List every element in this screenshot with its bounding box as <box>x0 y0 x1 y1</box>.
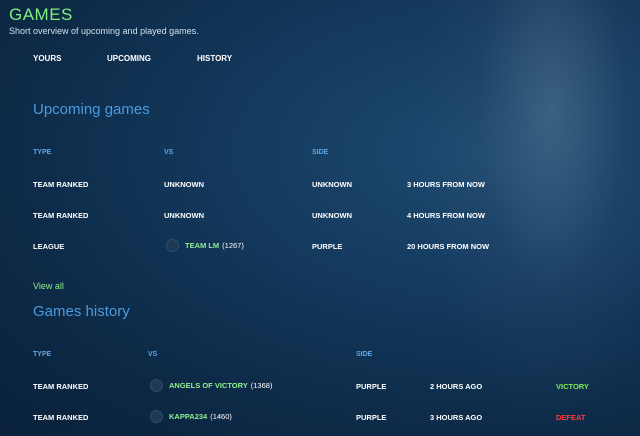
page-header: GAMES Short overview of upcoming and pla… <box>9 5 199 36</box>
team-name: TEAM LM <box>185 241 220 250</box>
tab-yours[interactable]: YOURS <box>33 54 61 63</box>
team-rating: (1460) <box>210 412 232 421</box>
team-rating: (1368) <box>250 381 273 390</box>
history-section-title: Games history <box>33 303 130 320</box>
tab-upcoming[interactable]: UPCOMING <box>107 54 151 63</box>
game-type: TEAM RANKED <box>33 382 89 391</box>
result-badge: DEFEAT <box>556 413 586 422</box>
opponent-team[interactable]: TEAM LM (1267) <box>166 239 244 252</box>
upcoming-col-vs: VS <box>164 149 174 156</box>
team-name: ANGELS OF VICTORY <box>169 381 248 390</box>
opponent: UNKNOWN <box>164 180 204 189</box>
side: PURPLE <box>312 242 343 251</box>
side: UNKNOWN <box>312 180 352 189</box>
scheduled-time: 3 HOURS FROM NOW <box>407 180 485 189</box>
upcoming-col-type: TYPE <box>33 149 52 156</box>
played-time: 3 HOURS AGO <box>430 413 483 422</box>
side: PURPLE <box>356 413 387 422</box>
played-time: 2 HOURS AGO <box>430 382 483 391</box>
result-badge: VICTORY <box>556 382 589 391</box>
team-avatar <box>150 410 163 423</box>
opponent: UNKNOWN <box>164 211 204 220</box>
games-nav: YOURS UPCOMING HISTORY <box>0 54 640 68</box>
game-type: TEAM RANKED <box>33 180 89 189</box>
scheduled-time: 4 HOURS FROM NOW <box>407 211 485 220</box>
history-col-type: TYPE <box>33 351 52 358</box>
opponent-team[interactable]: ANGELS OF VICTORY (1368) <box>150 379 272 392</box>
game-type: TEAM RANKED <box>33 413 89 422</box>
view-all-link[interactable]: View all <box>33 281 64 291</box>
page-title: GAMES <box>9 5 73 24</box>
game-type: LEAGUE <box>33 242 65 251</box>
team-avatar <box>150 379 163 392</box>
side: PURPLE <box>356 382 387 391</box>
game-type: TEAM RANKED <box>33 211 89 220</box>
team-name: KAPPA234 <box>169 412 208 421</box>
scheduled-time: 20 HOURS FROM NOW <box>407 242 490 251</box>
upcoming-section-title: Upcoming games <box>33 101 150 118</box>
team-avatar <box>166 239 179 252</box>
upcoming-col-side: SIDE <box>312 149 329 156</box>
side: UNKNOWN <box>312 211 352 220</box>
page-subtitle: Short overview of upcoming and played ga… <box>9 26 199 36</box>
team-rating: (1267) <box>222 241 244 250</box>
history-col-vs: VS <box>148 351 158 358</box>
opponent-team[interactable]: KAPPA234 (1460) <box>150 410 232 423</box>
tab-history[interactable]: HISTORY <box>197 54 232 63</box>
history-col-side: SIDE <box>356 351 373 358</box>
